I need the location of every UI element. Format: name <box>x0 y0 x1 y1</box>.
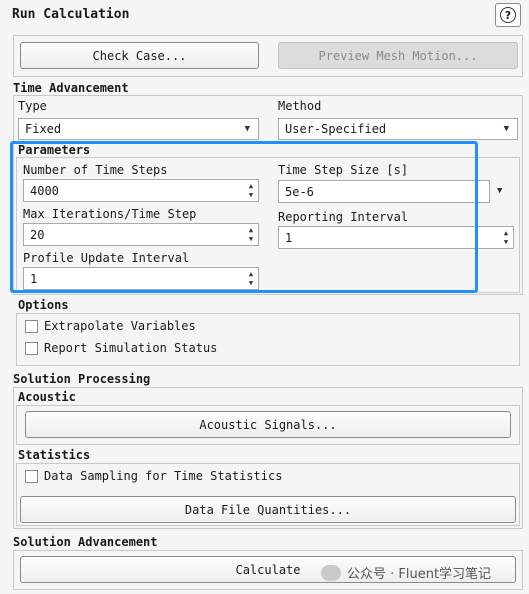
data-file-quantities-button[interactable]: Data File Quantities... <box>20 496 516 523</box>
report-status-checkbox[interactable] <box>25 342 38 355</box>
type-label: Type <box>18 99 47 113</box>
highlight-box <box>10 141 478 293</box>
time-advancement-title: Time Advancement <box>13 81 129 95</box>
watermark-text: 公众号 · Fluent学习笔记 <box>347 567 492 582</box>
type-select[interactable]: Fixed ▼ <box>18 118 259 140</box>
acoustic-signals-button[interactable]: Acoustic Signals... <box>25 411 511 438</box>
check-case-button[interactable]: Check Case... <box>20 42 259 69</box>
type-value: Fixed <box>25 122 62 136</box>
chevron-down-icon[interactable]: ▼ <box>497 186 502 196</box>
chevron-down-icon: ▼ <box>244 124 250 134</box>
data-sampling-checkbox[interactable] <box>25 470 38 483</box>
help-button[interactable]: ? <box>495 3 521 27</box>
data-sampling-label: Data Sampling for Time Statistics <box>44 469 283 483</box>
report-status-label: Report Simulation Status <box>44 341 218 355</box>
method-value: User-Specified <box>285 122 387 136</box>
watermark: 公众号 · Fluent学习笔记 <box>321 563 491 582</box>
method-select[interactable]: User-Specified ▼ <box>278 118 518 140</box>
help-icon: ? <box>500 7 516 23</box>
window-title: Run Calculation <box>12 7 130 22</box>
options-title: Options <box>18 298 69 312</box>
solution-advancement-title: Solution Advancement <box>13 535 158 549</box>
preview-mesh-motion-button[interactable]: Preview Mesh Motion... <box>278 42 518 69</box>
wechat-icon <box>321 564 341 581</box>
solution-processing-title: Solution Processing <box>13 372 151 386</box>
spinner-icon[interactable]: ▲ ▼ <box>499 227 513 248</box>
acoustic-title: Acoustic <box>18 390 76 404</box>
extrapolate-checkbox[interactable] <box>25 320 38 333</box>
extrapolate-label: Extrapolate Variables <box>44 319 196 333</box>
statistics-title: Statistics <box>18 448 91 462</box>
method-label: Method <box>278 99 322 113</box>
chevron-down-icon: ▼ <box>503 124 509 134</box>
